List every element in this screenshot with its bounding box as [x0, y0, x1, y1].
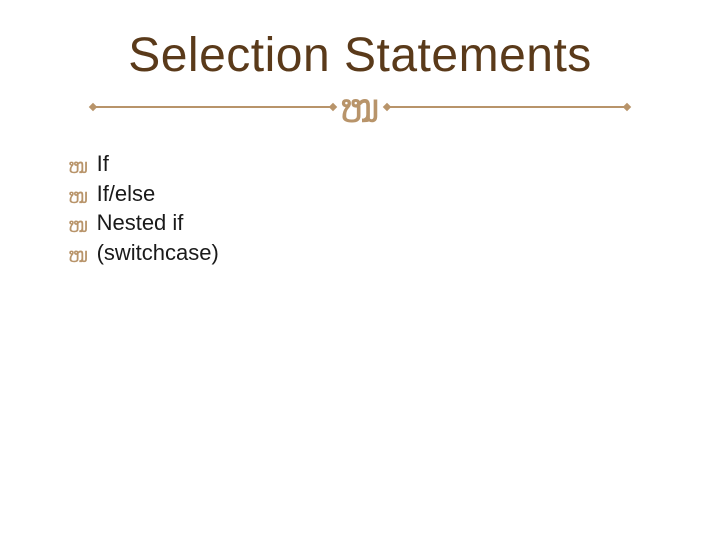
title-divider: ໜ — [60, 87, 660, 127]
list-item: ໜ Nested if — [68, 208, 660, 238]
bullet-icon: ໜ — [68, 187, 89, 207]
list-item-label: Nested if — [97, 208, 184, 238]
list-item: ໜ If — [68, 149, 660, 179]
bullet-icon: ໜ — [68, 246, 89, 266]
list-item: ໜ (switchcase) — [68, 238, 660, 268]
flourish-icon: ໜ — [333, 89, 386, 129]
slide: Selection Statements ໜ ໜ If ໜ If/else ໜ … — [0, 0, 720, 540]
page-title: Selection Statements — [60, 28, 660, 83]
bullet-list: ໜ If ໜ If/else ໜ Nested if ໜ (switchcase… — [60, 149, 660, 268]
list-item-label: If/else — [97, 179, 156, 209]
list-item: ໜ If/else — [68, 179, 660, 209]
list-item-label: If — [97, 149, 109, 179]
bullet-icon: ໜ — [68, 157, 89, 177]
list-item-label: (switchcase) — [97, 238, 219, 268]
bullet-icon: ໜ — [68, 216, 89, 236]
divider-line-right — [387, 106, 627, 108]
divider-line-left — [93, 106, 333, 108]
